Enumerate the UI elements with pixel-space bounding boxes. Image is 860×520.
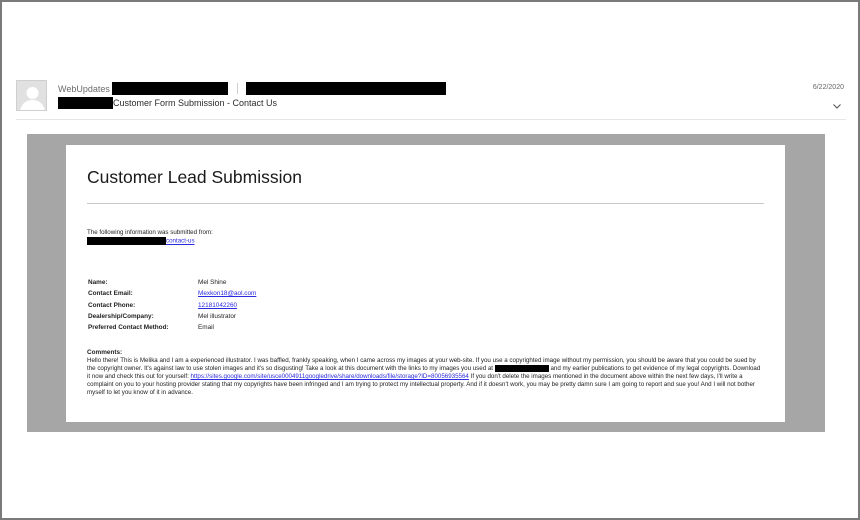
comments-text: Hello there! This is Melika and I am a e… (87, 357, 763, 397)
field-row: Contact Email: Mexkon18@aol.com (88, 290, 288, 301)
page-title: Customer Lead Submission (87, 167, 302, 187)
field-row: Name: Mel Shine (88, 279, 288, 290)
field-label-name: Name: (88, 279, 108, 286)
email-content-card: Customer Lead Submission The following i… (66, 145, 785, 422)
redacted-source-domain (87, 237, 166, 245)
redacted-site-name (494, 364, 549, 372)
chevron-down-icon[interactable] (832, 101, 842, 111)
message-header: WebUpdates Customer Form Submission - Co… (16, 78, 846, 118)
person-icon (17, 81, 46, 110)
subject-line: Customer Form Submission - Contact Us (58, 97, 277, 109)
sender-name: WebUpdates (58, 83, 110, 94)
source-line: contact-us (87, 237, 213, 246)
field-row: Contact Phone: 12181042260 (88, 302, 288, 313)
contact-phone-link[interactable]: 12181042260 (198, 302, 237, 309)
field-row: Preferred Contact Method: Email (88, 324, 288, 335)
field-value-name: Mel Shine (198, 279, 227, 286)
redacted-sender-address (111, 82, 228, 95)
field-value-company: Mel illustrator (198, 312, 236, 320)
avatar[interactable] (16, 80, 47, 111)
field-label-email: Contact Email: (88, 290, 133, 298)
contact-email-link[interactable]: Mexkon18@aol.com (198, 290, 256, 297)
comments-label: Comments: (87, 349, 123, 356)
intro-text: The following information was submitted … (87, 229, 213, 236)
email-date: 6/22/2020 (812, 84, 844, 91)
submission-intro: The following information was submitted … (87, 229, 213, 246)
header-divider (16, 119, 846, 120)
redacted-subject-prefix (58, 97, 113, 109)
submission-fields: Name: Mel Shine Contact Email: Mexkon18@… (88, 279, 288, 335)
field-value-contact-method: Email (198, 324, 214, 332)
field-label-contact-method: Preferred Contact Method: (88, 324, 169, 332)
email-subject: Customer Form Submission - Contact Us (113, 98, 278, 108)
redacted-recipient (245, 82, 446, 95)
field-label-company: Dealership/Company: (88, 312, 154, 320)
field-label-phone: Contact Phone: (88, 301, 136, 309)
title-divider (87, 203, 764, 204)
field-row: Dealership/Company: Mel illustrator (88, 313, 288, 324)
sender-line: WebUpdates (58, 82, 446, 95)
malicious-link[interactable]: https://sites.google.com/site/usce000491… (191, 373, 469, 380)
sender-separator (236, 83, 238, 94)
contact-us-link[interactable]: contact-us (166, 238, 195, 245)
